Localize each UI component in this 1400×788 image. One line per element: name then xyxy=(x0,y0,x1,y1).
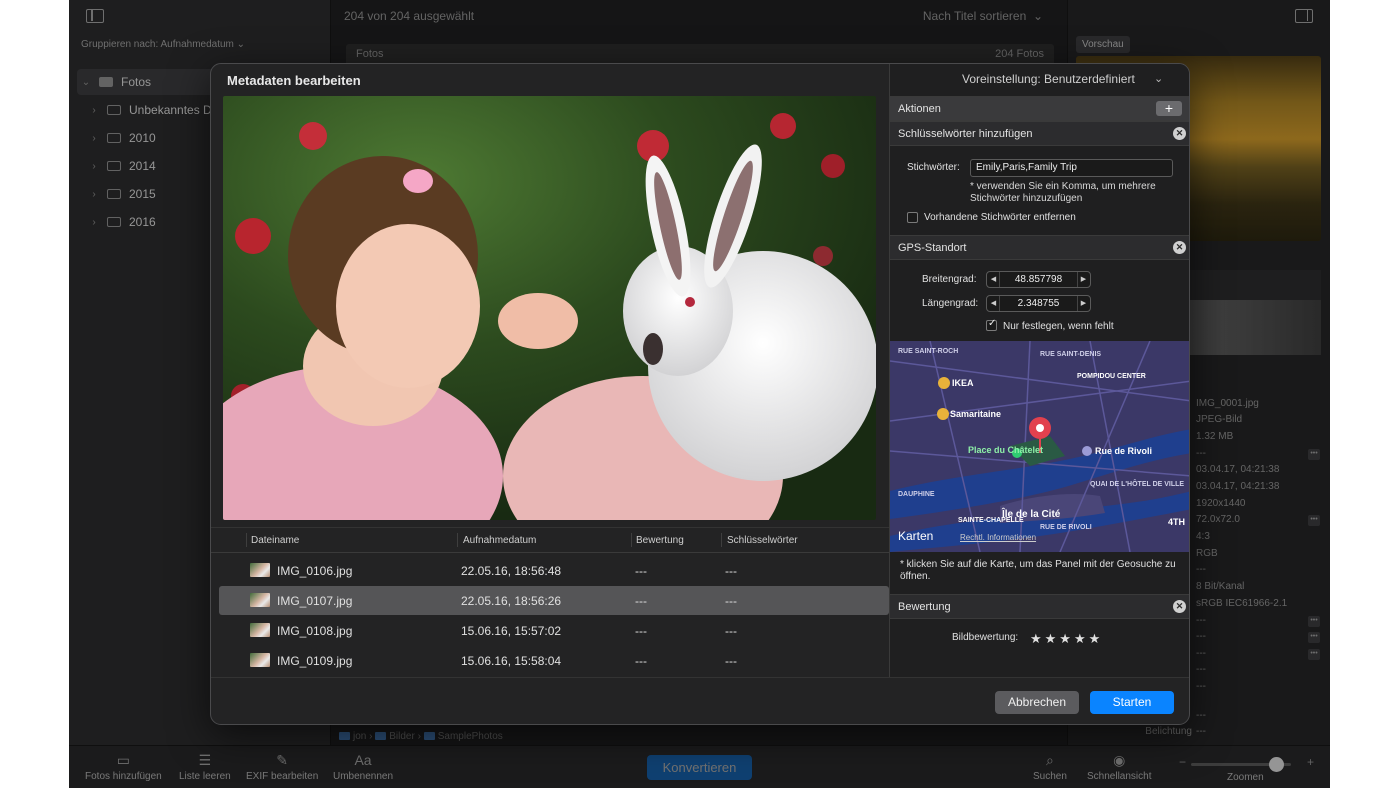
gps-section-title: GPS-Standort xyxy=(898,242,967,254)
decrement-icon[interactable]: ◀ xyxy=(988,272,1000,287)
thumbnail xyxy=(250,563,270,577)
map-label: 4TH xyxy=(1168,517,1186,527)
dialog-footer: Abbrechen Starten xyxy=(211,677,1189,724)
keywords-section-header: Schlüsselwörter hinzufügen ✕ xyxy=(890,121,1189,146)
remove-section-icon[interactable]: ✕ xyxy=(1173,600,1186,613)
latitude-label: Breitengrad: xyxy=(922,274,977,285)
cell-filename: IMG_0108.jpg xyxy=(277,624,353,638)
map-label: QUAI DE L'HÔTEL DE VILLE xyxy=(1090,481,1185,488)
map-label: SAINTE-CHAPELLE xyxy=(958,517,1024,524)
map-label: Samaritaine xyxy=(950,409,1002,419)
cell-filename: IMG_0107.jpg xyxy=(277,594,353,608)
increment-icon[interactable]: ▶ xyxy=(1077,272,1089,287)
latitude-stepper[interactable]: ◀ 48.857798 ▶ xyxy=(986,271,1091,288)
longitude-value[interactable]: 2.348755 xyxy=(1018,298,1060,309)
column-header-rating[interactable]: Bewertung xyxy=(636,535,684,546)
table-row[interactable]: IMG_0108.jpg 15.06.16, 15:57:02 --- --- xyxy=(219,616,889,645)
file-list: Dateiname Aufnahmedatum Bewertung Schlüs… xyxy=(211,527,889,677)
increment-icon[interactable]: ▶ xyxy=(1077,296,1089,311)
column-header-date[interactable]: Aufnahmedatum xyxy=(463,535,536,546)
photo-preview-image xyxy=(223,96,876,520)
map-label: DAUPHINE xyxy=(898,491,935,498)
column-header-keywords[interactable]: Schlüsselwörter xyxy=(727,535,798,546)
cell-keywords: --- xyxy=(725,594,737,608)
table-row[interactable]: IMG_0106.jpg 22.05.16, 18:56:48 --- --- xyxy=(219,556,889,585)
remove-section-icon[interactable]: ✕ xyxy=(1173,127,1186,140)
map-label: RUE SAINT-ROCH xyxy=(898,348,959,355)
longitude-label: Längengrad: xyxy=(922,298,979,309)
map-view[interactable]: RUE SAINT-ROCH RUE SAINT-DENIS IKEA POMPIDO… xyxy=(890,341,1189,552)
gps-section-header: GPS-Standort ✕ xyxy=(890,235,1189,260)
cell-filename: IMG_0109.jpg xyxy=(277,654,353,668)
file-list-header: Dateiname Aufnahmedatum Bewertung Schlüs… xyxy=(211,528,889,553)
remove-section-icon[interactable]: ✕ xyxy=(1173,241,1186,254)
maps-brand-label: Karten xyxy=(898,529,934,543)
table-row[interactable]: IMG_0109.jpg 15.06.16, 15:58:04 --- --- xyxy=(219,646,889,675)
column-header-filename[interactable]: Dateiname xyxy=(251,535,299,546)
chevron-down-icon[interactable]: ⌄ xyxy=(1154,72,1163,85)
map-label: Rue de Rivoli xyxy=(1095,446,1153,456)
keywords-label: Stichwörter: xyxy=(907,162,960,173)
map-label: Place du Châtelet xyxy=(968,445,1044,455)
cell-keywords: --- xyxy=(725,654,737,668)
keywords-input[interactable]: Emily,Paris,Family Trip xyxy=(970,159,1173,177)
cell-date: 15.06.16, 15:58:04 xyxy=(461,654,562,668)
add-action-button[interactable]: + xyxy=(1156,101,1182,116)
cell-keywords: --- xyxy=(725,564,737,578)
actions-header: Aktionen + xyxy=(890,96,1189,121)
app-window: Gruppieren nach: Aufnahmedatum ⌄ ⌄ Fotos … xyxy=(69,0,1330,788)
latitude-value[interactable]: 48.857798 xyxy=(1015,274,1062,285)
remove-existing-label: Vorhandene Stichwörter entfernen xyxy=(924,212,1076,223)
map-label: POMPIDOU CENTER xyxy=(1077,373,1146,380)
map-label: RUE DE RIVOLI xyxy=(1040,524,1092,531)
cell-rating: --- xyxy=(635,654,647,668)
thumbnail xyxy=(250,623,270,637)
cancel-button[interactable]: Abbrechen xyxy=(995,691,1079,714)
only-if-missing-checkbox[interactable] xyxy=(986,318,997,331)
start-button[interactable]: Starten xyxy=(1090,691,1174,714)
preset-dropdown[interactable]: Voreinstellung: Benutzerdefiniert xyxy=(962,72,1135,86)
keywords-hint: * verwenden Sie ein Komma, um mehrere St… xyxy=(970,181,1156,204)
apple-maps-logo: Karten xyxy=(898,529,933,543)
dialog-title: Metadaten bearbeiten xyxy=(227,73,361,88)
photo-preview xyxy=(223,96,876,520)
cell-rating: --- xyxy=(635,624,647,638)
cell-rating: --- xyxy=(635,564,647,578)
edit-metadata-dialog: Metadaten bearbeiten Dateiname Aufnahmed… xyxy=(210,63,1190,725)
only-if-missing-label: Nur festlegen, wenn fehlt xyxy=(1003,321,1114,332)
longitude-stepper[interactable]: ◀ 2.348755 ▶ xyxy=(986,295,1091,312)
cell-rating: --- xyxy=(635,594,647,608)
decrement-icon[interactable]: ◀ xyxy=(988,296,1000,311)
table-row-selected[interactable]: IMG_0107.jpg 22.05.16, 18:56:26 --- --- xyxy=(219,586,889,615)
thumbnail xyxy=(250,653,270,667)
legal-link[interactable]: Rechtl. Informationen xyxy=(960,533,1036,542)
map-note: * klicken Sie auf die Karte, um das Pane… xyxy=(900,559,1176,582)
star-rating[interactable]: ★★★★★ xyxy=(1030,631,1103,647)
actions-panel: Voreinstellung: Benutzerdefiniert ⌄ Akti… xyxy=(889,64,1189,677)
cell-keywords: --- xyxy=(725,624,737,638)
cell-date: 22.05.16, 18:56:48 xyxy=(461,564,562,578)
map-label: IKEA xyxy=(952,378,974,388)
map-label: RUE SAINT-DENIS xyxy=(1040,351,1102,358)
keywords-section-title: Schlüsselwörter hinzufügen xyxy=(898,128,1033,140)
rating-section-header: Bewertung ✕ xyxy=(890,594,1189,619)
rating-label: Bildbewertung: xyxy=(952,632,1019,643)
cell-filename: IMG_0106.jpg xyxy=(277,564,353,578)
cell-date: 22.05.16, 18:56:26 xyxy=(461,594,562,608)
actions-title: Aktionen xyxy=(898,103,941,115)
remove-existing-checkbox[interactable] xyxy=(907,212,918,223)
thumbnail xyxy=(250,593,270,607)
rating-section-title: Bewertung xyxy=(898,601,951,613)
cell-date: 15.06.16, 15:57:02 xyxy=(461,624,562,638)
